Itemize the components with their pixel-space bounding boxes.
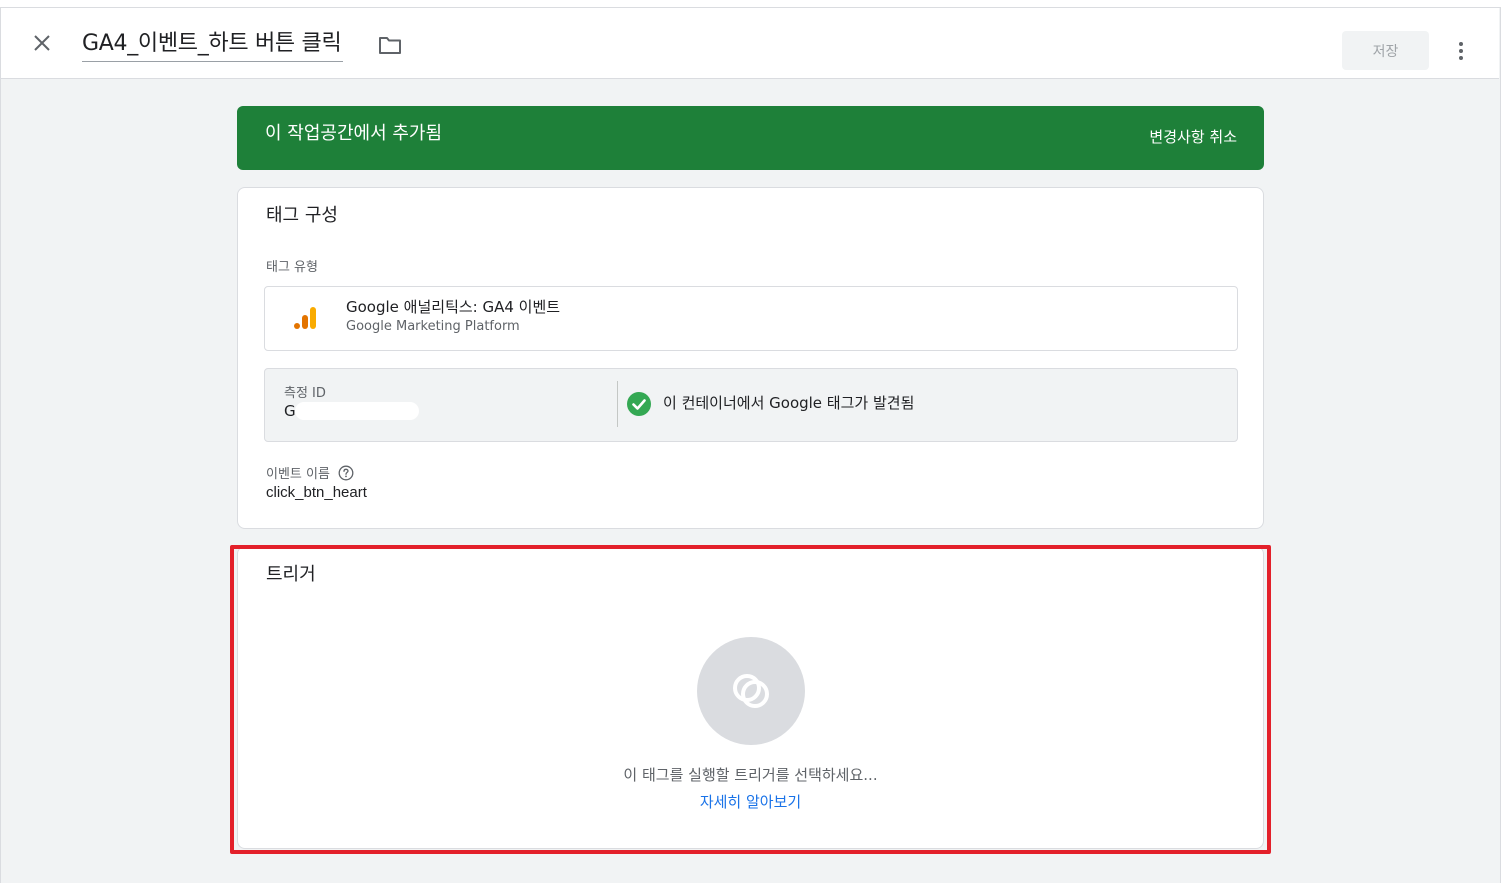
tag-name-title[interactable]: GA4_이벤트_하트 버튼 클릭 (82, 28, 344, 62)
close-button[interactable] (27, 28, 57, 58)
top-bar: GA4_이벤트_하트 버튼 클릭 저장 (1, 8, 1499, 79)
close-icon (34, 35, 50, 51)
measurement-id-value: G (284, 402, 296, 420)
divider (617, 381, 618, 427)
tag-type-name: Google 애널리틱스: GA4 이벤트 (346, 298, 561, 316)
folder-button[interactable] (375, 32, 405, 58)
help-icon[interactable] (338, 465, 354, 481)
event-name-value: click_btn_heart (266, 484, 367, 501)
measurement-id-label: 측정 ID (284, 386, 326, 401)
check-circle-icon (627, 392, 651, 416)
tag-type-platform: Google Marketing Platform (346, 319, 520, 334)
save-button[interactable]: 저장 (1342, 31, 1429, 70)
trigger-hint-text: 이 태그를 실행할 트리거를 선택하세요... (623, 766, 878, 784)
more-vert-icon-dot (1459, 49, 1463, 53)
tag-configuration-title: 태그 구성 (266, 205, 338, 226)
tag-type-label: 태그 유형 (266, 260, 318, 275)
event-name-label: 이벤트 이름 (266, 467, 330, 482)
workspace-status-banner: 이 작업공간에서 추가됨 변경사항 취소 (237, 106, 1264, 170)
folder-icon (379, 37, 401, 54)
trigger-icon (733, 674, 769, 708)
redacted-measurement-id (295, 402, 419, 420)
measurement-id-box[interactable]: 측정 ID G 이 컨테이너에서 Google 태그가 발견됨 (264, 368, 1238, 442)
more-vert-icon-dot (1459, 42, 1463, 46)
add-trigger-button[interactable] (697, 637, 805, 745)
event-name-label-row: 이벤트 이름 (266, 463, 354, 482)
triggering-card[interactable]: 트리거 이 태그를 실행할 트리거를 선택하세요... 자세히 알아보기 (237, 546, 1264, 849)
learn-more-link[interactable]: 자세히 알아보기 (238, 791, 1263, 812)
more-vert-icon-dot (1459, 56, 1463, 60)
banner-text: 이 작업공간에서 추가됨 (265, 123, 443, 144)
tag-type-box[interactable]: Google 애널리틱스: GA4 이벤트 Google Marketing P… (264, 286, 1238, 351)
tag-configuration-card[interactable]: 태그 구성 태그 유형 Google 애널리틱스: GA4 이벤트 Google… (237, 187, 1264, 529)
triggering-title: 트리거 (266, 564, 316, 585)
discard-changes-button[interactable]: 변경사항 취소 (1149, 126, 1237, 148)
google-tag-found-status: 이 컨테이너에서 Google 태그가 발견됨 (663, 394, 915, 412)
more-options-button[interactable] (1447, 36, 1475, 66)
google-analytics-icon (294, 307, 316, 329)
